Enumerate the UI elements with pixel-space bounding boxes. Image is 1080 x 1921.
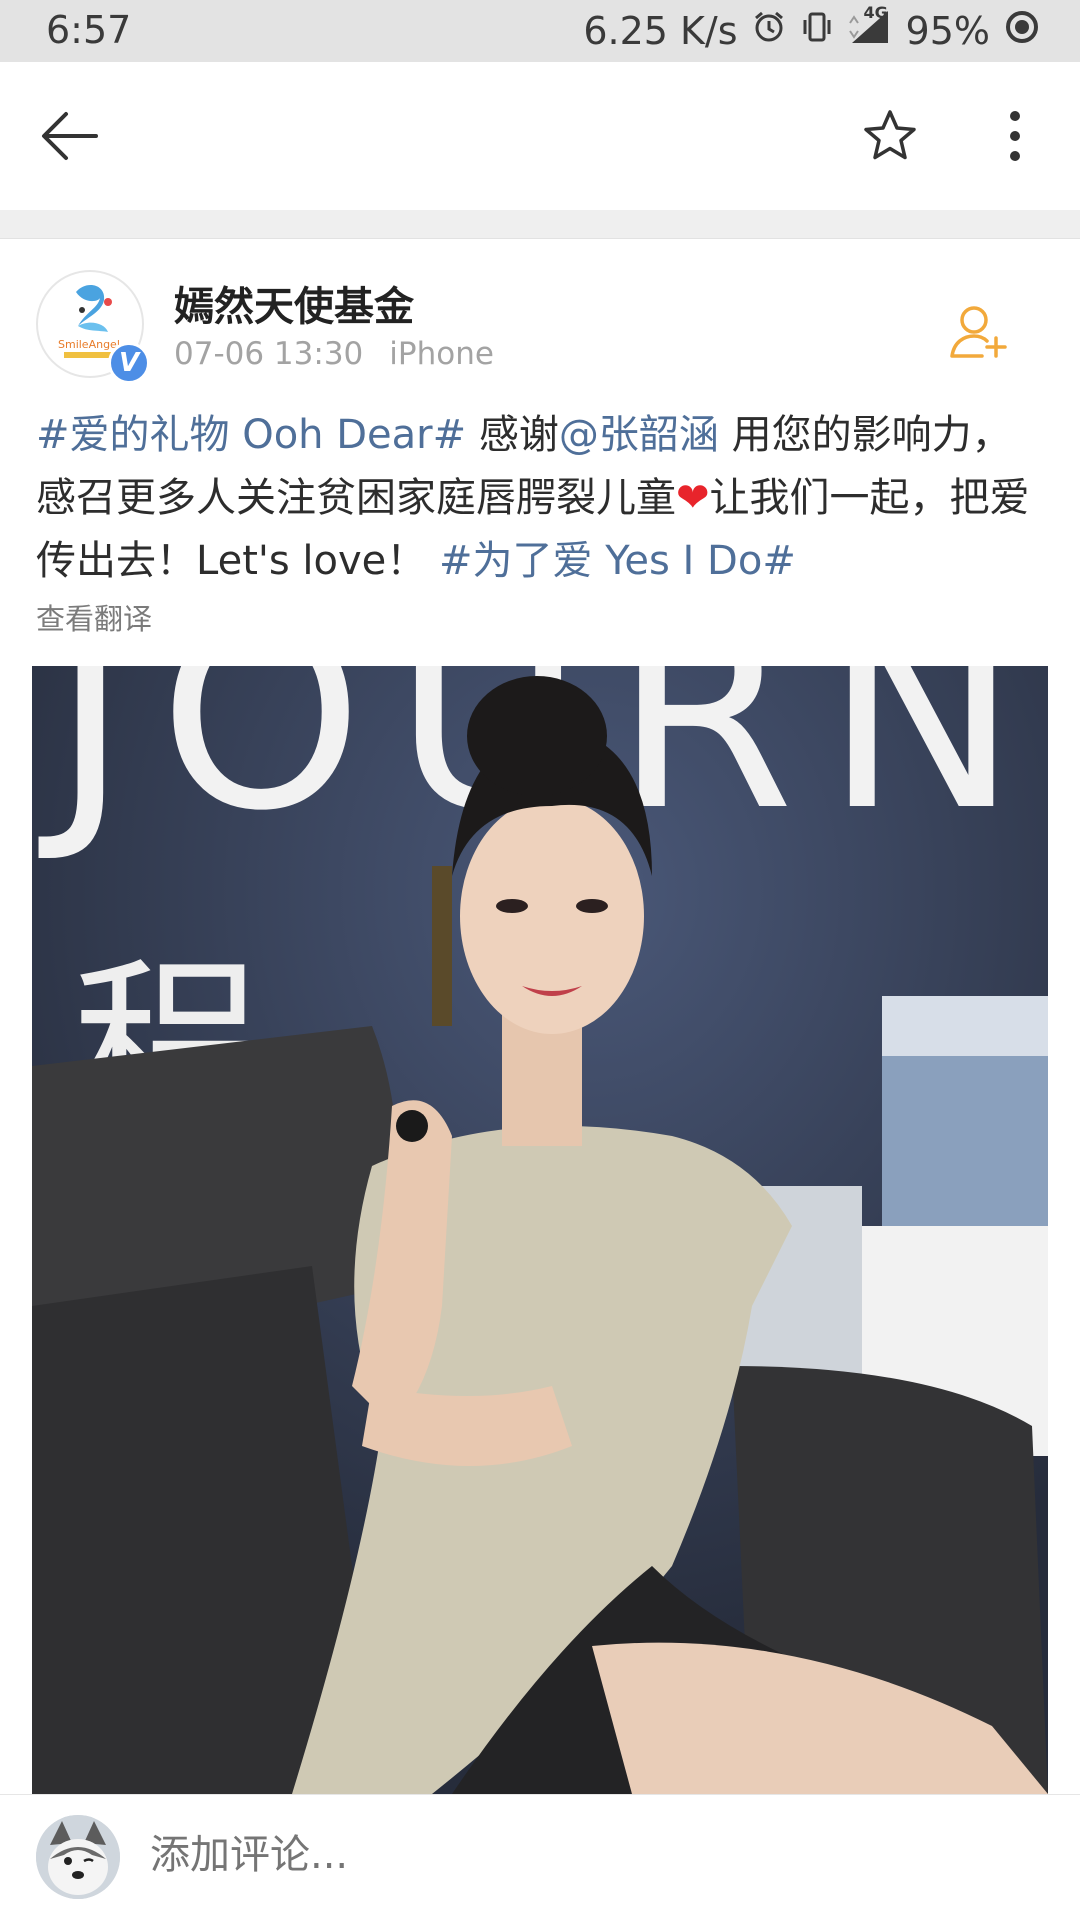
translate-link[interactable]: 查看翻译 <box>36 596 152 638</box>
post-image[interactable]: JOURN 程 <box>32 666 1048 1794</box>
status-time: 6:57 <box>46 8 132 52</box>
more-options-icon[interactable] <box>990 104 1040 168</box>
top-app-bar <box>0 62 1080 211</box>
mention-link[interactable]: @张韶涵 <box>559 412 719 458</box>
post-meta: 07-06 13:30 iPhone <box>174 336 494 372</box>
verified-badge-icon: V <box>108 342 150 384</box>
comment-bar <box>0 1794 1080 1921</box>
post-body: #爱的礼物 Ooh Dear# 感谢@张韶涵 用您的影响力，感召更多人关注贫困家… <box>36 404 1046 593</box>
heart-emoji: ❤ <box>676 475 710 521</box>
comment-input[interactable] <box>148 1831 952 1879</box>
alarm-icon <box>752 9 786 53</box>
hashtag-link[interactable]: #为了爱 Yes I Do# <box>439 538 796 584</box>
follow-user-icon[interactable] <box>946 300 1012 366</box>
avatar-brand-text: SmileAngel <box>58 338 120 351</box>
battery-icon <box>1004 9 1040 54</box>
status-bar: 6:57 6.25 K/s 4G 95% <box>0 0 1080 62</box>
back-arrow-icon[interactable] <box>36 106 106 166</box>
author-name[interactable]: 嫣然天使基金 <box>174 274 414 332</box>
status-icons: 6.25 K/s 4G 95% <box>583 3 1040 54</box>
battery-level: 95% <box>905 9 990 53</box>
post-text-segment: 感谢 <box>466 412 559 458</box>
vibrate-icon <box>800 9 834 53</box>
net-speed: 6.25 K/s <box>583 9 738 53</box>
network-type: 4G <box>863 2 888 22</box>
signal-4g-icon: 4G <box>848 3 892 54</box>
post-date: 07-06 13:30 <box>174 336 364 372</box>
post-source: iPhone <box>389 336 494 372</box>
user-avatar[interactable] <box>36 1815 120 1899</box>
hashtag-link[interactable]: #爱的礼物 Ooh Dear# <box>36 412 466 458</box>
favorite-star-icon[interactable] <box>858 104 922 168</box>
section-divider <box>0 210 1080 239</box>
